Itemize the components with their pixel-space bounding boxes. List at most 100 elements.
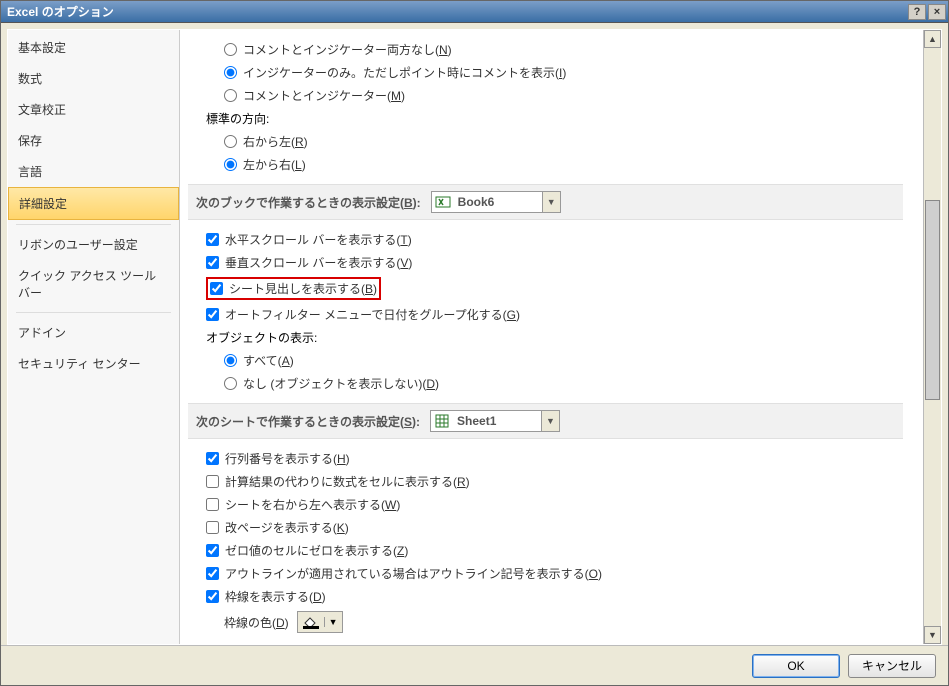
sidebar-item-advanced[interactable]: 詳細設定 xyxy=(8,187,179,220)
objects-label: オブジェクトの表示: xyxy=(188,326,903,349)
excel-icon xyxy=(434,193,452,211)
checkbox-input[interactable] xyxy=(206,590,219,603)
radio-label: 右から左(R) xyxy=(243,133,308,150)
checkbox-sheet-tabs[interactable] xyxy=(210,282,223,295)
dialog-title: Excel のオプション xyxy=(7,3,114,20)
section-label: 次のシートで作業するときの表示設定(S): xyxy=(196,413,420,430)
checkbox-label: オートフィルター メニューで日付をグループ化する(G) xyxy=(225,306,520,323)
sidebar: 基本設定 数式 文章校正 保存 言語 詳細設定 リボンのユーザー設定 クイック … xyxy=(8,30,180,644)
radio-objects-all[interactable]: すべて(A) xyxy=(188,349,903,372)
chevron-down-icon: ▼ xyxy=(324,617,338,627)
checkbox-label: 枠線を表示する(D) xyxy=(225,588,326,605)
radio-input[interactable] xyxy=(224,89,237,102)
radio-input[interactable] xyxy=(224,158,237,171)
sidebar-separator xyxy=(16,312,171,313)
radio-input[interactable] xyxy=(224,354,237,367)
scroll-up-button[interactable]: ▲ xyxy=(924,30,941,48)
radio-comments-indicator[interactable]: インジケーターのみ。ただしポイント時にコメントを表示(I) xyxy=(188,61,903,84)
check-gridlines[interactable]: 枠線を表示する(D) xyxy=(188,585,903,608)
sheet-combo[interactable]: Sheet1 ▼ xyxy=(430,410,560,432)
main-area: 基本設定 数式 文章校正 保存 言語 詳細設定 リボンのユーザー設定 クイック … xyxy=(7,29,942,645)
radio-input[interactable] xyxy=(224,66,237,79)
checkbox-input[interactable] xyxy=(206,308,219,321)
checkbox-label: アウトラインが適用されている場合はアウトライン記号を表示する(O) xyxy=(225,565,602,582)
content-wrap: コメントとインジケーター両方なし(N) インジケーターのみ。ただしポイント時にコ… xyxy=(180,30,941,644)
gridline-color-row: 枠線の色(D) ▼ xyxy=(188,608,903,636)
check-page-breaks[interactable]: 改ページを表示する(K) xyxy=(188,516,903,539)
paint-bucket-icon xyxy=(302,615,320,629)
radio-label: コメントとインジケーター(M) xyxy=(243,87,405,104)
highlight-box: シート見出しを表示する(B) xyxy=(206,277,381,300)
checkbox-input[interactable] xyxy=(206,233,219,246)
radio-label: すべて(A) xyxy=(243,352,294,369)
radio-direction-rtl[interactable]: 右から左(R) xyxy=(188,130,903,153)
radio-objects-none[interactable]: なし (オブジェクトを表示しない)(D) xyxy=(188,372,903,395)
sidebar-item-trustcenter[interactable]: セキュリティ センター xyxy=(8,348,179,379)
radio-comments-both[interactable]: コメントとインジケーター(M) xyxy=(188,84,903,107)
check-sheet-tabs-row: シート見出しを表示する(B) xyxy=(188,274,903,303)
radio-label: 左から右(L) xyxy=(243,156,306,173)
checkbox-input[interactable] xyxy=(206,498,219,511)
checkbox-label: シートを右から左へ表示する(W) xyxy=(225,496,400,513)
help-button[interactable]: ? xyxy=(908,4,926,20)
chevron-down-icon[interactable]: ▼ xyxy=(541,411,559,431)
checkbox-input[interactable] xyxy=(206,452,219,465)
check-row-col-headers[interactable]: 行列番号を表示する(H) xyxy=(188,447,903,470)
ok-button[interactable]: OK xyxy=(752,654,840,678)
checkbox-input[interactable] xyxy=(206,567,219,580)
titlebar: Excel のオプション ? × xyxy=(1,1,948,23)
radio-input[interactable] xyxy=(224,377,237,390)
scroll-thumb[interactable] xyxy=(925,200,940,400)
direction-label: 標準の方向: xyxy=(188,107,903,130)
sidebar-item-proofing[interactable]: 文章校正 xyxy=(8,94,179,125)
sidebar-item-save[interactable]: 保存 xyxy=(8,125,179,156)
check-show-formulas[interactable]: 計算結果の代わりに数式をセルに表示する(R) xyxy=(188,470,903,493)
sidebar-item-language[interactable]: 言語 xyxy=(8,156,179,187)
section-sheet-display: 次のシートで作業するときの表示設定(S): Sheet1 ▼ xyxy=(188,403,903,439)
scroll-down-button[interactable]: ▼ xyxy=(924,626,941,644)
sidebar-item-general[interactable]: 基本設定 xyxy=(8,32,179,63)
checkbox-input[interactable] xyxy=(206,521,219,534)
checkbox-input[interactable] xyxy=(206,256,219,269)
checkbox-label: シート見出しを表示する(B) xyxy=(229,280,377,297)
gridline-color-label: 枠線の色(D) xyxy=(224,614,289,631)
checkbox-input[interactable] xyxy=(206,544,219,557)
radio-input[interactable] xyxy=(224,135,237,148)
check-vscroll[interactable]: 垂直スクロール バーを表示する(V) xyxy=(188,251,903,274)
check-outline-symbols[interactable]: アウトラインが適用されている場合はアウトライン記号を表示する(O) xyxy=(188,562,903,585)
sidebar-separator xyxy=(16,224,171,225)
checkbox-label: 計算結果の代わりに数式をセルに表示する(R) xyxy=(225,473,470,490)
section-book-display: 次のブックで作業するときの表示設定(B): Book6 ▼ xyxy=(188,184,903,220)
dialog-footer: OK キャンセル xyxy=(1,645,948,685)
check-show-zeros[interactable]: ゼロ値のセルにゼロを表示する(Z) xyxy=(188,539,903,562)
book-combo[interactable]: Book6 ▼ xyxy=(431,191,561,213)
check-autofilter-dates[interactable]: オートフィルター メニューで日付をグループ化する(G) xyxy=(188,303,903,326)
radio-label: コメントとインジケーター両方なし(N) xyxy=(243,41,452,58)
sidebar-item-qat[interactable]: クイック アクセス ツール バー xyxy=(8,260,179,308)
options-dialog: Excel のオプション ? × 基本設定 数式 文章校正 保存 言語 詳細設定… xyxy=(0,0,949,686)
checkbox-label: 垂直スクロール バーを表示する(V) xyxy=(225,254,412,271)
sidebar-item-formulas[interactable]: 数式 xyxy=(8,63,179,94)
vertical-scrollbar[interactable]: ▲ ▼ xyxy=(923,30,941,644)
chevron-down-icon[interactable]: ▼ xyxy=(542,192,560,212)
titlebar-buttons: ? × xyxy=(908,4,946,20)
sidebar-item-addins[interactable]: アドイン xyxy=(8,317,179,348)
combo-value: Book6 xyxy=(452,195,542,209)
checkbox-input[interactable] xyxy=(206,475,219,488)
checkbox-label: ゼロ値のセルにゼロを表示する(Z) xyxy=(225,542,408,559)
radio-label: なし (オブジェクトを表示しない)(D) xyxy=(243,375,439,392)
cancel-button[interactable]: キャンセル xyxy=(848,654,936,678)
sidebar-item-ribbon[interactable]: リボンのユーザー設定 xyxy=(8,229,179,260)
radio-direction-ltr[interactable]: 左から右(L) xyxy=(188,153,903,176)
radio-input[interactable] xyxy=(224,43,237,56)
section-label: 次のブックで作業するときの表示設定(B): xyxy=(196,194,421,211)
gridline-color-button[interactable]: ▼ xyxy=(297,611,343,633)
radio-comments-none[interactable]: コメントとインジケーター両方なし(N) xyxy=(188,38,903,61)
check-sheet-rtl[interactable]: シートを右から左へ表示する(W) xyxy=(188,493,903,516)
radio-label: インジケーターのみ。ただしポイント時にコメントを表示(I) xyxy=(243,64,566,81)
checkbox-label: 水平スクロール バーを表示する(T) xyxy=(225,231,412,248)
content: コメントとインジケーター両方なし(N) インジケーターのみ。ただしポイント時にコ… xyxy=(180,30,923,644)
sheet-icon xyxy=(433,412,451,430)
close-button[interactable]: × xyxy=(928,4,946,20)
check-hscroll[interactable]: 水平スクロール バーを表示する(T) xyxy=(188,228,903,251)
